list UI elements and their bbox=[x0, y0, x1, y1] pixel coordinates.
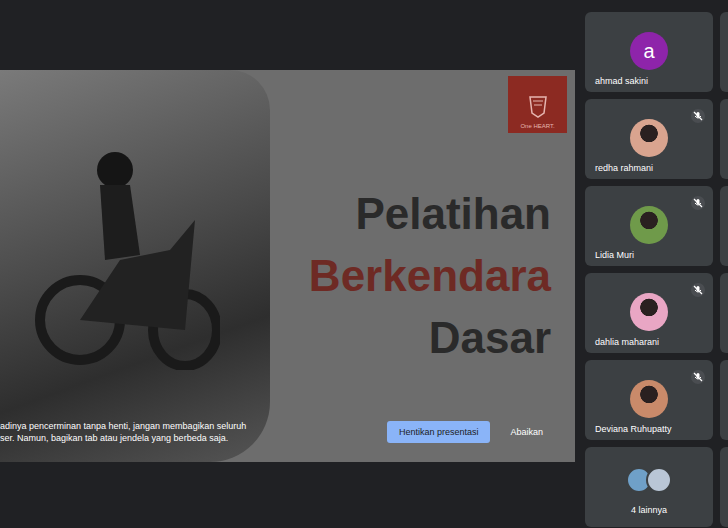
rider-photo bbox=[0, 70, 270, 462]
honda-logo: One HEART. bbox=[508, 76, 567, 133]
notice-line: adinya pencerminan tanpa henti, jangan m… bbox=[0, 420, 387, 432]
wing-icon bbox=[526, 95, 550, 123]
mic-off-icon bbox=[691, 196, 705, 210]
offscreen-tile[interactable] bbox=[720, 360, 728, 440]
participant-avatar: a bbox=[630, 32, 668, 70]
participant-avatar bbox=[630, 293, 668, 331]
participant-name: dahlia maharani bbox=[585, 337, 659, 347]
participant-name: redha rahmani bbox=[585, 163, 653, 173]
participant-tile[interactable]: redha rahmani bbox=[585, 99, 713, 179]
participant-avatar bbox=[630, 119, 668, 157]
notice-line: ser. Namun, bagikan tab atau jendela yan… bbox=[0, 432, 387, 444]
participant-list: a ahmad sakini redha rahmani Lidia Muri dahl… bbox=[585, 0, 713, 528]
avatar-initial: a bbox=[643, 40, 654, 63]
offscreen-tile[interactable] bbox=[720, 186, 728, 266]
mic-off-icon bbox=[691, 370, 705, 384]
title-line: Dasar bbox=[429, 307, 551, 369]
presenting-notice: adinya pencerminan tanpa henti, jangan m… bbox=[0, 418, 575, 446]
notice-text: adinya pencerminan tanpa henti, jangan m… bbox=[0, 420, 387, 444]
participant-name: ahmad sakini bbox=[585, 76, 648, 86]
meet-window: PelatihanBerkendaraDasar One HEART. adinya… bbox=[0, 0, 728, 528]
participant-avatar bbox=[630, 380, 668, 418]
dismiss-button[interactable]: Abaikan bbox=[510, 427, 543, 437]
stop-presenting-button[interactable]: Hentikan presentasi bbox=[387, 421, 491, 443]
mic-off-icon bbox=[691, 283, 705, 297]
offscreen-tile[interactable] bbox=[720, 99, 728, 179]
others-avatars bbox=[626, 467, 672, 493]
participant-avatar bbox=[630, 206, 668, 244]
participant-tile[interactable]: Lidia Muri bbox=[585, 186, 713, 266]
participant-name: Lidia Muri bbox=[585, 250, 634, 260]
participant-name: Deviana Ruhupatty bbox=[585, 424, 672, 434]
others-label: 4 lainnya bbox=[631, 505, 667, 515]
others-tile[interactable]: 4 lainnya bbox=[585, 447, 713, 527]
offscreen-tile[interactable] bbox=[720, 273, 728, 353]
participant-tile[interactable]: dahlia maharani bbox=[585, 273, 713, 353]
presentation-area: PelatihanBerkendaraDasar One HEART. adinya… bbox=[0, 0, 585, 528]
participant-tile[interactable]: a ahmad sakini bbox=[585, 12, 713, 92]
title-line: Pelatihan bbox=[355, 183, 551, 245]
others-avatar bbox=[646, 467, 672, 493]
motorcycle-rider-icon bbox=[20, 140, 220, 370]
title-line: Berkendara bbox=[309, 245, 551, 307]
presentation-slide: PelatihanBerkendaraDasar One HEART. adinya… bbox=[0, 70, 575, 462]
spacer bbox=[713, 0, 720, 528]
offscreen-tile[interactable] bbox=[720, 12, 728, 92]
logo-text: One HEART. bbox=[520, 123, 554, 129]
offscreen-tiles bbox=[720, 0, 728, 528]
mic-off-icon bbox=[691, 109, 705, 123]
participant-tile[interactable]: Deviana Ruhupatty bbox=[585, 360, 713, 440]
offscreen-tile[interactable] bbox=[720, 447, 728, 527]
